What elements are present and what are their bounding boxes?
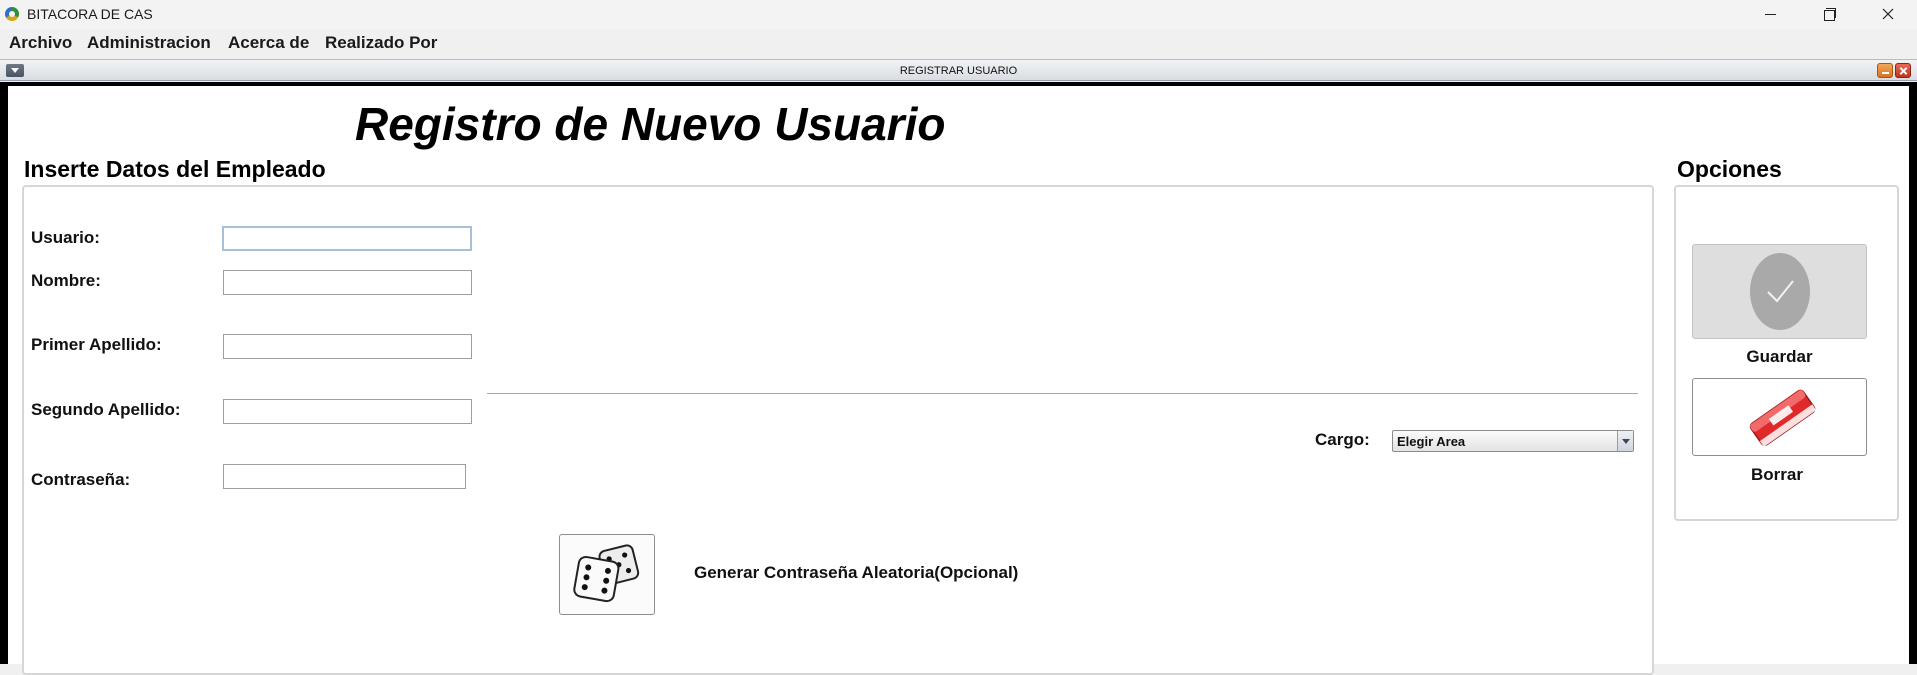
generate-password-button[interactable] xyxy=(559,534,655,615)
internal-frame: Registro de Nuevo Usuario Inserte Datos … xyxy=(0,82,1917,675)
frame-minimize-icon[interactable] xyxy=(1877,63,1893,78)
internal-frame-title-bar: REGISTRAR USUARIO xyxy=(0,59,1917,81)
window-title: BITACORA DE CAS xyxy=(27,6,153,22)
app-globe-icon xyxy=(5,7,19,21)
chevron-down-icon[interactable] xyxy=(1617,431,1633,451)
contrasena-input[interactable] xyxy=(223,464,466,489)
usuario-label: Usuario: xyxy=(31,228,100,247)
usuario-input[interactable] xyxy=(222,226,472,251)
form-panel: Registro de Nuevo Usuario Inserte Datos … xyxy=(8,86,1909,675)
checkmark-icon xyxy=(1767,280,1794,303)
generate-password-label: Generar Contraseña Aleatoria(Opcional) xyxy=(694,563,1019,582)
section-title-employee: Inserte Datos del Empleado xyxy=(24,156,326,182)
window-title-bar: BITACORA DE CAS xyxy=(0,0,1917,29)
form-divider xyxy=(487,393,1638,394)
menu-realizado-por[interactable]: Realizado Por xyxy=(325,33,437,53)
minimize-icon[interactable] xyxy=(1741,0,1799,29)
dice-icon xyxy=(573,544,640,603)
cargo-label: Cargo: xyxy=(1315,430,1370,449)
clear-button[interactable] xyxy=(1692,378,1867,456)
cargo-selected-value: Elegir Area xyxy=(1397,434,1466,449)
primer-apellido-label: Primer Apellido: xyxy=(31,335,162,354)
menu-archivo[interactable]: Archivo xyxy=(9,33,72,53)
segundo-apellido-label: Segundo Apellido: xyxy=(31,400,181,419)
save-label: Guardar xyxy=(1746,347,1813,366)
menu-administracion[interactable]: Administracion xyxy=(87,33,211,53)
section-title-options: Opciones xyxy=(1677,156,1782,182)
nombre-input[interactable] xyxy=(223,270,472,295)
close-icon[interactable] xyxy=(1859,0,1917,29)
primer-apellido-input[interactable] xyxy=(223,334,472,359)
contrasena-label: Contraseña: xyxy=(31,470,131,489)
restore-icon[interactable] xyxy=(1799,0,1857,29)
frame-close-icon[interactable] xyxy=(1895,63,1911,78)
internal-frame-title: REGISTRAR USUARIO xyxy=(899,65,1018,77)
page-title: Registro de Nuevo Usuario xyxy=(355,98,946,150)
cargo-select[interactable]: Elegir Area xyxy=(1392,430,1634,452)
menu-bar: Archivo Administracion Acerca de Realiza… xyxy=(0,29,1917,57)
segundo-apellido-input[interactable] xyxy=(223,399,472,424)
nombre-label: Nombre: xyxy=(31,271,101,290)
save-button[interactable] xyxy=(1692,244,1867,339)
clear-label: Borrar xyxy=(1751,465,1803,484)
eraser-icon xyxy=(1749,389,1817,447)
menu-acerca-de[interactable]: Acerca de xyxy=(228,33,309,53)
